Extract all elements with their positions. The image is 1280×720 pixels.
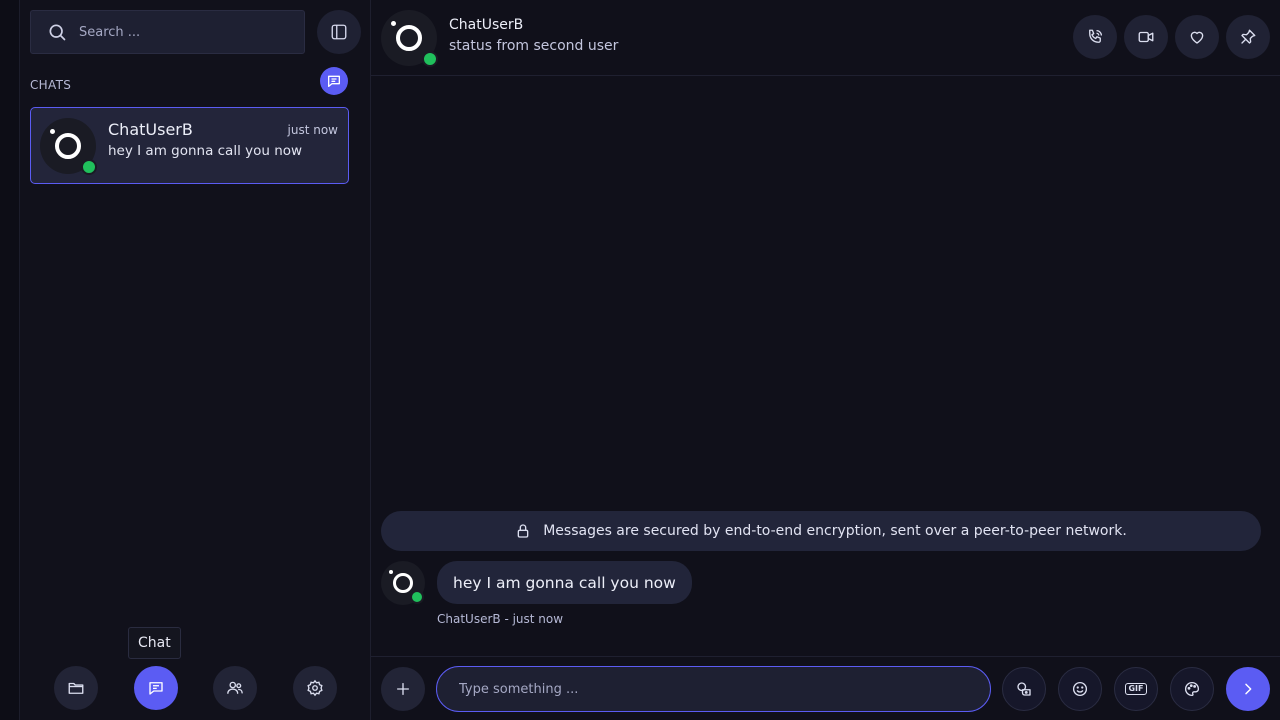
left-rail (0, 0, 20, 720)
phone-icon (1086, 28, 1104, 46)
online-status-indicator (81, 159, 97, 175)
chat-item-time: just now (287, 123, 338, 137)
message-bubble: hey I am gonna call you now (437, 561, 692, 604)
search-input[interactable] (79, 24, 279, 40)
send-button[interactable] (1226, 667, 1270, 711)
message-meta: ChatUserB - just now (437, 612, 564, 626)
nav-files-button[interactable] (54, 666, 98, 710)
pin-button[interactable] (1226, 15, 1270, 59)
sticker-icon (1015, 680, 1033, 698)
gif-button[interactable]: GIF (1114, 667, 1158, 711)
online-status-indicator (410, 590, 424, 604)
attach-button[interactable] (381, 667, 425, 711)
chat-list-item[interactable]: ChatUserB just now hey I am gonna call y… (30, 107, 349, 184)
online-status-indicator (422, 51, 438, 67)
friends-icon (226, 679, 244, 697)
message-input[interactable] (436, 666, 991, 712)
encryption-notice: Messages are secured by end-to-end encry… (381, 511, 1261, 551)
lock-icon (515, 523, 531, 539)
nav-chat-button[interactable] (134, 666, 178, 710)
encryption-notice-text: Messages are secured by end-to-end encry… (543, 523, 1127, 539)
sidebar-toggle-button[interactable] (317, 10, 361, 54)
video-icon (1137, 28, 1155, 46)
sidebar-icon (330, 23, 348, 41)
pin-icon (1239, 28, 1257, 46)
conversation-status: status from second user (449, 38, 619, 54)
chat-app: CHATS ChatUserB just now hey I am gonna … (0, 0, 1280, 720)
search-icon (47, 22, 67, 42)
message-composer: GIF (371, 656, 1280, 720)
chats-section-title: CHATS (30, 78, 72, 92)
gif-icon: GIF (1125, 683, 1147, 695)
palette-button[interactable] (1170, 667, 1214, 711)
conversation-header: ChatUserB status from second user (371, 0, 1280, 76)
nav-tooltip: Chat (128, 627, 181, 659)
conversation-panel: ChatUserB status from second user Messag… (371, 0, 1280, 720)
search-box[interactable] (30, 10, 305, 54)
sidebar: CHATS ChatUserB just now hey I am gonna … (20, 0, 371, 720)
folder-icon (67, 679, 85, 697)
nav-settings-button[interactable] (293, 666, 337, 710)
conversation-title: ChatUserB (449, 17, 524, 33)
settings-icon (306, 679, 324, 697)
call-button[interactable] (1073, 15, 1117, 59)
palette-icon (1183, 680, 1201, 698)
chat-item-preview: hey I am gonna call you now (108, 143, 303, 159)
emoji-button[interactable] (1058, 667, 1102, 711)
heart-icon (1188, 28, 1206, 46)
chat-icon (147, 679, 165, 697)
new-chat-button[interactable] (320, 67, 348, 95)
sticker-button[interactable] (1002, 667, 1046, 711)
video-call-button[interactable] (1124, 15, 1168, 59)
send-icon (1240, 681, 1256, 697)
favorite-button[interactable] (1175, 15, 1219, 59)
chat-plus-icon (326, 73, 342, 89)
emoji-icon (1071, 680, 1089, 698)
plus-icon (395, 681, 411, 697)
nav-friends-button[interactable] (213, 666, 257, 710)
chat-item-name: ChatUserB (108, 120, 193, 139)
